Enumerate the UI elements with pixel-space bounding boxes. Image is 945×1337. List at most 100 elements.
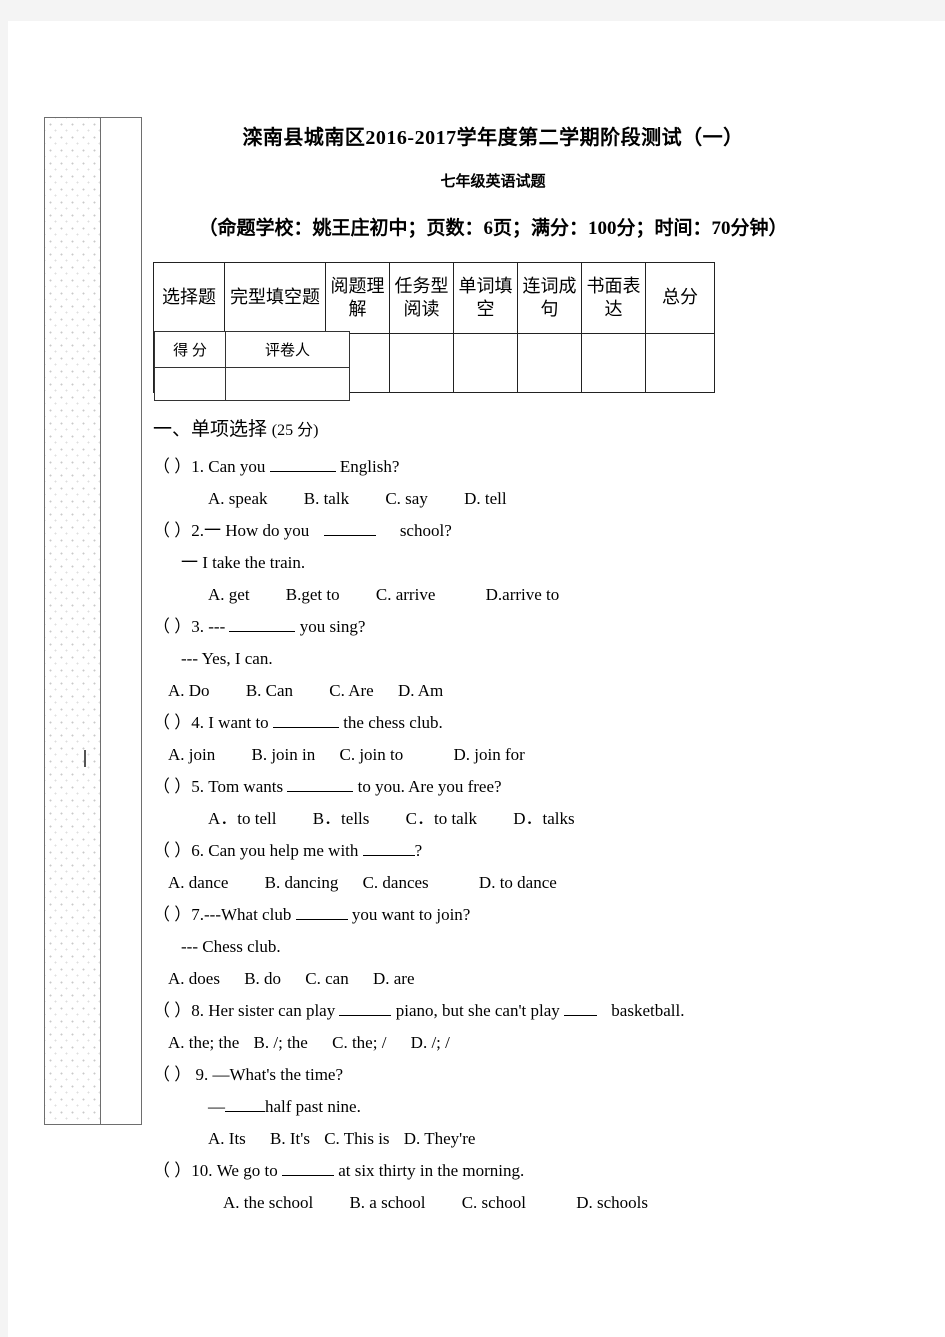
question-number[interactable]: （ ）1. xyxy=(153,457,204,476)
question-stem-pre: —What's the time? xyxy=(212,1065,344,1084)
question-number[interactable]: （ ）2. xyxy=(153,521,204,540)
score-entry-field[interactable] xyxy=(154,367,226,401)
question-stem: （ ）5. Tom wants to you. Are you free? xyxy=(153,771,923,803)
answer-blank[interactable] xyxy=(564,1015,598,1016)
question-stem-pre: I want to xyxy=(208,713,269,732)
answer-blank[interactable] xyxy=(339,1015,392,1016)
question-stem: （ ）3. --- you sing? xyxy=(153,611,923,643)
option-b[interactable]: B．tells xyxy=(313,809,370,828)
question-number[interactable]: （ ）8. xyxy=(153,1001,204,1020)
option-b[interactable]: B.get to xyxy=(286,585,340,604)
answer-blank[interactable] xyxy=(269,471,336,472)
question-8: （ ）8. Her sister can play piano, but she… xyxy=(153,995,923,1059)
answer-blank[interactable] xyxy=(225,1111,265,1112)
option-c[interactable]: C. say xyxy=(385,489,428,508)
score-entry-cell[interactable] xyxy=(389,333,454,393)
question-number[interactable]: （ ）3. xyxy=(153,617,204,636)
answer-line-post: half past nine. xyxy=(265,1097,361,1116)
score-entry-cell[interactable] xyxy=(581,333,646,393)
question-stem-post: you want to join? xyxy=(351,905,471,924)
section-heading-points: (25 分) xyxy=(271,422,319,439)
option-d[interactable]: D. join for xyxy=(454,745,525,764)
option-d[interactable]: D.arrive to xyxy=(486,585,560,604)
option-d[interactable]: D. Am xyxy=(398,681,443,700)
option-b[interactable]: B. Can xyxy=(246,681,293,700)
option-b[interactable]: B. do xyxy=(244,969,281,988)
option-d[interactable]: D. are xyxy=(373,969,415,988)
question-answer-line: --- Chess club. xyxy=(181,937,281,956)
option-b[interactable]: B. a school xyxy=(349,1193,425,1212)
option-a[interactable]: A. get xyxy=(208,585,250,604)
option-c[interactable]: C. the; / xyxy=(332,1033,386,1052)
option-d[interactable]: D. tell xyxy=(464,489,507,508)
answer-blank[interactable] xyxy=(272,727,339,728)
question-stem-post: the chess club. xyxy=(343,713,443,732)
question-stem-pre: Can you help me with xyxy=(208,841,359,860)
option-d[interactable]: D. schools xyxy=(576,1193,648,1212)
option-a[interactable]: A. does xyxy=(168,969,220,988)
question-options: A. get B.get to C. arrive D.arrive to xyxy=(153,579,923,611)
answer-blank[interactable] xyxy=(281,1175,334,1176)
option-a[interactable]: A. dance xyxy=(168,873,228,892)
answer-blank[interactable] xyxy=(362,855,415,856)
score-header-cell: 总分 xyxy=(645,262,715,334)
option-a[interactable]: A. the school xyxy=(223,1193,313,1212)
question-stem: （ ）8. Her sister can play piano, but she… xyxy=(153,995,923,1027)
option-c[interactable]: C. arrive xyxy=(376,585,435,604)
question-number[interactable]: （ ）4. xyxy=(153,713,204,732)
option-a[interactable]: A. speak xyxy=(208,489,267,508)
option-c[interactable]: C. dances xyxy=(363,873,429,892)
grader-entry-field[interactable] xyxy=(225,367,350,401)
option-a[interactable]: A. the; the xyxy=(168,1033,239,1052)
option-a[interactable]: A. join xyxy=(168,745,215,764)
question-number[interactable]: （ ）6. xyxy=(153,841,204,860)
question-stem-post: basketball. xyxy=(611,1001,685,1020)
question-answer-line: 一 I take the train. xyxy=(181,553,306,572)
option-a[interactable]: A. Do xyxy=(168,681,210,700)
question-stem-post: English? xyxy=(339,457,400,476)
question-stem: （ ） 9. —What's the time? xyxy=(153,1059,923,1091)
exam-page: 滦南县城南区2016-2017学年度第二学期阶段测试（一） 七年级英语试题 （命… xyxy=(8,21,945,1337)
question-number[interactable]: （ ）10. xyxy=(153,1161,213,1180)
option-b[interactable]: B. join in xyxy=(251,745,315,764)
answer-blank[interactable] xyxy=(287,791,354,792)
score-entry-cell[interactable] xyxy=(453,333,518,393)
option-c[interactable]: C．to talk xyxy=(406,809,477,828)
page-title: 滦南县城南区2016-2017学年度第二学期阶段测试（一） xyxy=(242,127,744,149)
answer-blank[interactable] xyxy=(323,535,376,536)
option-a[interactable]: A. Its xyxy=(208,1129,246,1148)
question-stem-pre: We go to xyxy=(216,1161,278,1180)
option-b[interactable]: B. dancing xyxy=(265,873,339,892)
option-c[interactable]: C. join to xyxy=(340,745,404,764)
option-b[interactable]: B. It's xyxy=(270,1129,310,1148)
option-b[interactable]: B. talk xyxy=(304,489,349,508)
option-a[interactable]: A．to tell xyxy=(208,809,276,828)
score-label: 得 分 xyxy=(154,331,226,368)
option-c[interactable]: C. Are xyxy=(329,681,373,700)
question-6: （ ）6. Can you help me with ? A. dance B.… xyxy=(153,835,923,899)
question-options: A. dance B. dancing C. dances D. to danc… xyxy=(153,867,923,899)
answer-blank[interactable] xyxy=(295,919,348,920)
question-options: A．to tell B．tells C．to talk D．talks xyxy=(153,803,923,835)
option-d[interactable]: D. /; / xyxy=(411,1033,450,1052)
option-c[interactable]: C. school xyxy=(462,1193,526,1212)
answer-blank[interactable] xyxy=(229,631,296,632)
question-number[interactable]: （ ）5. xyxy=(153,777,204,796)
option-c[interactable]: C. can xyxy=(305,969,348,988)
option-c[interactable]: C. This is xyxy=(324,1129,389,1148)
score-entry-cell[interactable] xyxy=(645,333,715,393)
question-number[interactable]: （ ）7. xyxy=(153,905,204,924)
option-d[interactable]: D．talks xyxy=(513,809,574,828)
option-d[interactable]: D. They're xyxy=(404,1129,476,1148)
question-stem-post: school? xyxy=(399,521,452,540)
question-stem-post: to you. Are you free? xyxy=(357,777,502,796)
question-number[interactable]: （ ） 9. xyxy=(153,1065,208,1084)
option-b[interactable]: B. /; the xyxy=(254,1033,308,1052)
option-d[interactable]: D. to dance xyxy=(479,873,557,892)
question-options: A. the school B. a school C. school D. s… xyxy=(153,1187,923,1219)
score-entry-cell[interactable] xyxy=(517,333,582,393)
score-header-cell: 书面表达 xyxy=(581,262,646,334)
question-3: （ ）3. --- you sing? --- Yes, I can. A. D… xyxy=(153,611,923,707)
question-stem: （ ）6. Can you help me with ? xyxy=(153,835,923,867)
question-stem-post: at six thirty in the morning. xyxy=(338,1161,525,1180)
